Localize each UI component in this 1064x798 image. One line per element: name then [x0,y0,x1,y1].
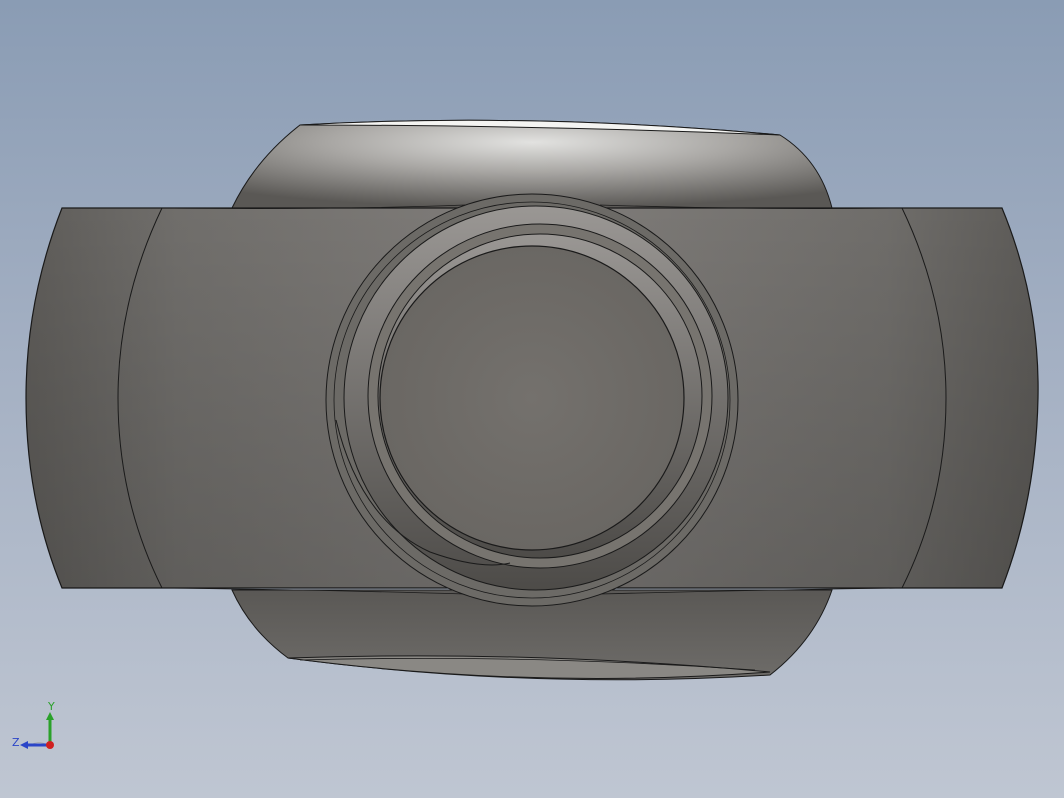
z-axis-label: Z [12,736,20,749]
y-axis-label: Y [47,700,55,713]
center-bore[interactable] [325,193,739,607]
x-axis-dot [46,741,54,749]
3d-model-ball-joint[interactable] [0,0,1064,798]
graphics-viewport[interactable]: Y Z [0,0,1064,798]
coordinate-triad: Y Z [12,700,55,749]
